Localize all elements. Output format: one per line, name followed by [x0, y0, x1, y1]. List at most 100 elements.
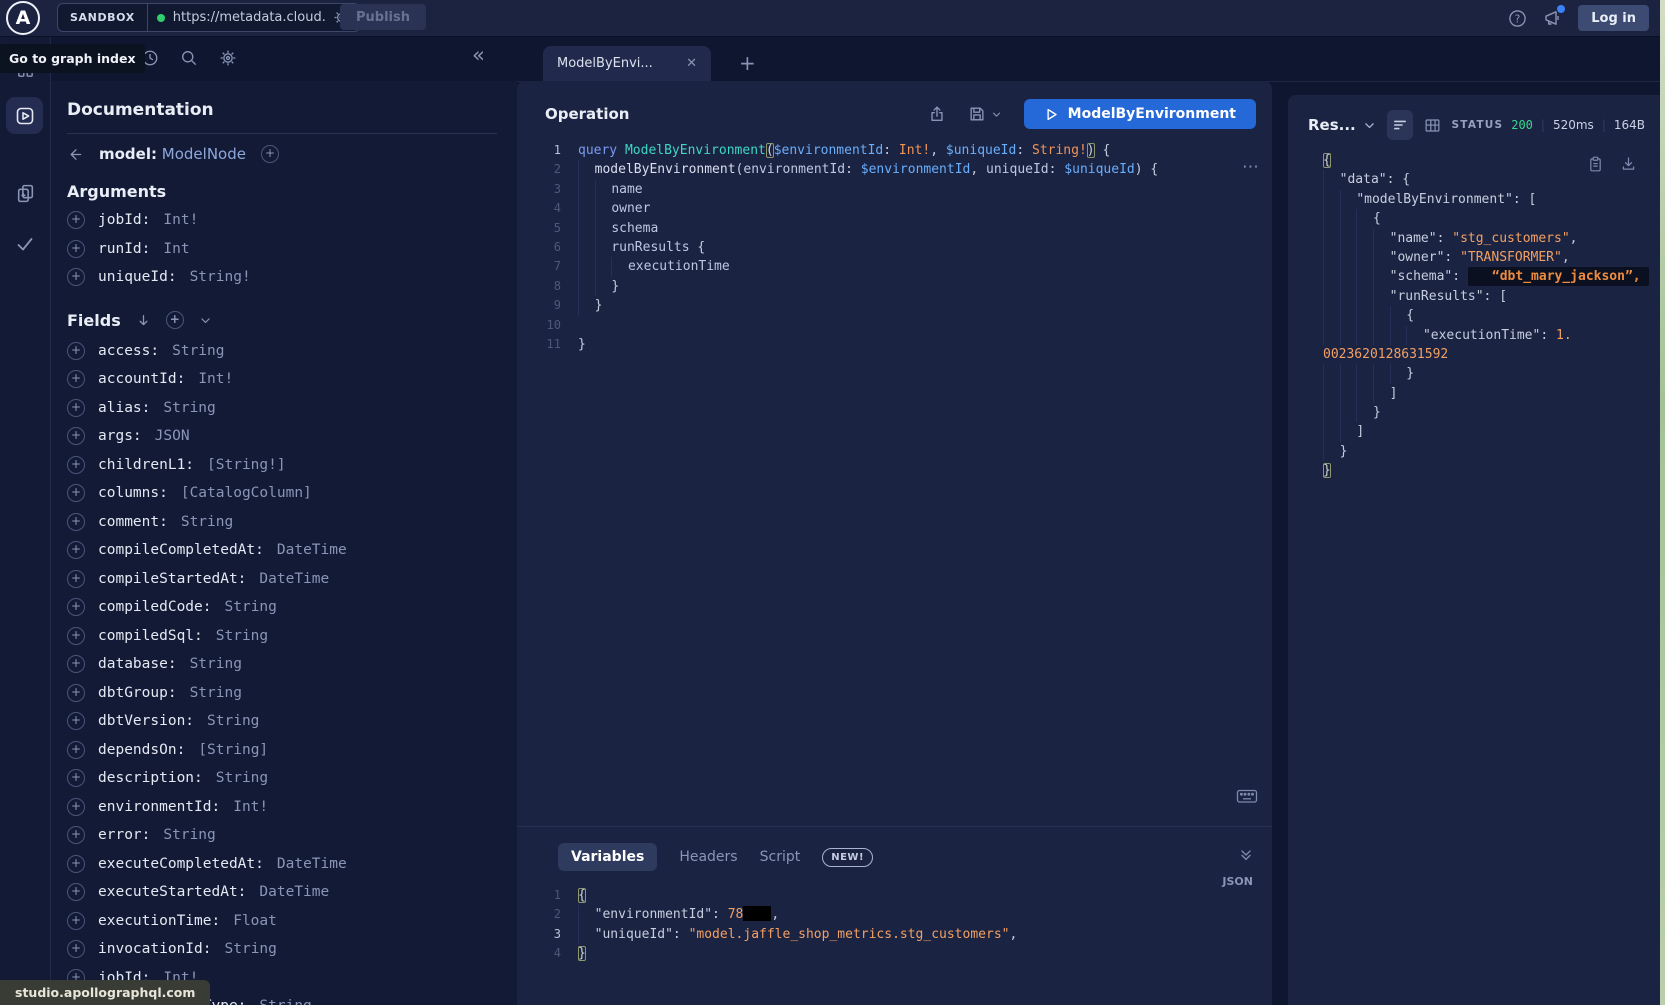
doc-field-row[interactable]: +access:String	[67, 337, 497, 366]
field-type[interactable]: String	[225, 941, 277, 957]
doc-field-row[interactable]: +alias:String	[67, 394, 497, 423]
doc-field-row[interactable]: +error:String	[67, 821, 497, 850]
doc-field-row[interactable]: +invocationId:String	[67, 935, 497, 964]
doc-field-row[interactable]: +executionTime:Float	[67, 907, 497, 936]
doc-field-row[interactable]: +dependsOn:[String]	[67, 736, 497, 765]
doc-field-row[interactable]: +comment:String	[67, 508, 497, 537]
doc-field-row[interactable]: +dbtGroup:String	[67, 679, 497, 708]
schema-nav-item[interactable]	[0, 183, 50, 204]
add-field-button[interactable]: +	[67, 826, 85, 844]
tab-operation[interactable]: ModelByEnvi... ✕	[543, 46, 711, 81]
collapse-sidebar-icon[interactable]: «	[472, 43, 485, 67]
add-field-button[interactable]: +	[67, 940, 85, 958]
add-field-button[interactable]: +	[67, 399, 85, 417]
doc-field-row[interactable]: +description:String	[67, 764, 497, 793]
search-icon[interactable]	[180, 49, 198, 67]
sort-down-icon[interactable]	[136, 313, 151, 328]
doc-field-row[interactable]: +environmentId:Int!	[67, 793, 497, 822]
copy-response-icon[interactable]	[1587, 155, 1604, 173]
doc-field-row[interactable]: +args:JSON	[67, 422, 497, 451]
tree-view-toggle[interactable]	[1387, 110, 1413, 140]
add-field-button[interactable]: +	[67, 541, 85, 559]
publish-button[interactable]: Publish	[340, 4, 426, 30]
add-field-button[interactable]: +	[67, 240, 85, 258]
doc-field-row[interactable]: +executeStartedAt:DateTime	[67, 878, 497, 907]
field-type[interactable]: DateTime	[277, 856, 347, 872]
add-field-button[interactable]: +	[67, 456, 85, 474]
help-icon[interactable]: ?	[1508, 9, 1527, 28]
field-type[interactable]: String	[225, 599, 277, 615]
doc-field-row[interactable]: +jobId:Int!	[67, 206, 497, 235]
collapse-panel-icon[interactable]	[1238, 847, 1254, 863]
doc-field-row[interactable]: +dbtVersion:String	[67, 707, 497, 736]
field-type[interactable]: Int!	[233, 799, 268, 815]
checklist-nav-item[interactable]	[0, 234, 50, 254]
field-type[interactable]: String	[216, 770, 268, 786]
docs-type-link[interactable]: ModelNode	[162, 145, 246, 163]
doc-field-row[interactable]: +uniqueId:String!	[67, 263, 497, 292]
add-field-button[interactable]: +	[67, 912, 85, 930]
add-field-button[interactable]: +	[67, 655, 85, 673]
add-type-button[interactable]: +	[261, 145, 279, 163]
add-all-fields-button[interactable]: +	[166, 311, 184, 329]
field-type[interactable]: DateTime	[259, 571, 329, 587]
add-field-button[interactable]: +	[67, 684, 85, 702]
share-icon[interactable]	[928, 105, 946, 123]
field-type[interactable]: String	[172, 343, 224, 359]
add-field-button[interactable]: +	[67, 741, 85, 759]
field-type[interactable]: [String!]	[207, 457, 286, 473]
save-icon[interactable]	[968, 105, 986, 123]
add-field-button[interactable]: +	[67, 342, 85, 360]
doc-field-row[interactable]: +compiledCode:String	[67, 593, 497, 622]
new-tab-button[interactable]: +	[739, 53, 756, 73]
field-type[interactable]: String	[259, 998, 311, 1005]
field-type[interactable]: Int	[163, 241, 189, 257]
tab-variables[interactable]: Variables	[558, 843, 657, 871]
add-field-button[interactable]: +	[67, 769, 85, 787]
login-button[interactable]: Log in	[1578, 5, 1649, 31]
keyboard-shortcuts-icon[interactable]	[1236, 787, 1258, 805]
add-field-button[interactable]: +	[67, 268, 85, 286]
doc-field-row[interactable]: +childrenL1:[String!]	[67, 451, 497, 480]
table-view-toggle[interactable]	[1424, 117, 1441, 134]
field-type[interactable]: String	[163, 827, 215, 843]
field-type[interactable]: Int!	[163, 212, 198, 228]
add-field-button[interactable]: +	[67, 712, 85, 730]
back-icon[interactable]	[67, 146, 84, 163]
save-options-chevron-icon[interactable]	[991, 109, 1002, 120]
add-field-button[interactable]: +	[67, 627, 85, 645]
add-field-button[interactable]: +	[67, 211, 85, 229]
settings-gear-icon[interactable]	[219, 49, 237, 67]
add-field-button[interactable]: +	[67, 798, 85, 816]
field-type[interactable]: String	[216, 628, 268, 644]
download-response-icon[interactable]	[1620, 155, 1637, 173]
doc-field-row[interactable]: +compileStartedAt:DateTime	[67, 565, 497, 594]
variables-editor[interactable]: 1{2 "environmentId": 78,3 "uniqueId": "m…	[517, 886, 1272, 964]
response-title-dropdown[interactable]: Res...	[1308, 116, 1376, 134]
doc-field-row[interactable]: +columns:[CatalogColumn]	[67, 479, 497, 508]
close-tab-icon[interactable]: ✕	[686, 56, 697, 71]
editor-options-button[interactable]: ⋯	[1242, 157, 1260, 177]
field-type[interactable]: String	[207, 713, 259, 729]
field-type[interactable]: String	[190, 685, 242, 701]
field-type[interactable]: Int!	[198, 371, 233, 387]
add-field-button[interactable]: +	[67, 370, 85, 388]
doc-field-row[interactable]: +executeCompletedAt:DateTime	[67, 850, 497, 879]
announcements-icon[interactable]	[1542, 8, 1563, 28]
add-field-button[interactable]: +	[67, 484, 85, 502]
tab-headers[interactable]: Headers	[679, 849, 737, 865]
chevron-down-icon[interactable]	[199, 314, 212, 327]
add-field-button[interactable]: +	[67, 427, 85, 445]
tab-script[interactable]: Script	[760, 849, 801, 865]
doc-field-row[interactable]: +accountId:Int!	[67, 365, 497, 394]
apollo-logo[interactable]: A	[6, 1, 40, 35]
add-field-button[interactable]: +	[67, 883, 85, 901]
add-field-button[interactable]: +	[67, 598, 85, 616]
field-type[interactable]: DateTime	[277, 542, 347, 558]
add-field-button[interactable]: +	[67, 513, 85, 531]
field-type[interactable]: JSON	[155, 428, 190, 444]
field-type[interactable]: String	[190, 656, 242, 672]
doc-field-row[interactable]: +compiledSql:String	[67, 622, 497, 651]
add-field-button[interactable]: +	[67, 570, 85, 588]
field-type[interactable]: String	[181, 514, 233, 530]
